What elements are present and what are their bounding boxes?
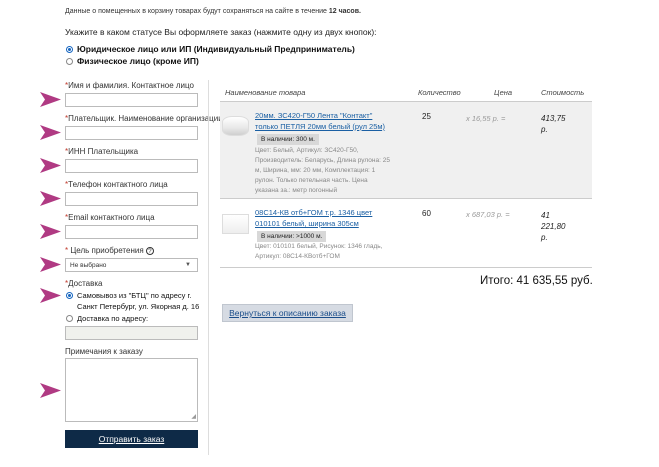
arrow-icon [40, 158, 61, 173]
field-label-name: *Имя и фамилия. Контактное лицо [65, 81, 194, 90]
arrow-icon [40, 257, 61, 272]
arrow-icon [40, 224, 61, 239]
storage-notice: Данные о помещенных в корзину товарах бу… [65, 8, 361, 15]
submit-order-button[interactable]: Отправить заказ [65, 430, 198, 448]
product-qty: 25 [422, 112, 431, 121]
field-label-purpose: * Цель приобретения ? [65, 246, 154, 255]
arrow-icon [40, 383, 61, 398]
product-thumbnail[interactable] [222, 214, 249, 234]
radio-unselected[interactable] [66, 315, 73, 322]
product-cost: 41 221,80 р. [541, 211, 566, 242]
purpose-select[interactable]: Не выбрано ▼ [65, 258, 198, 272]
status-question: Укажите в каком статусе Вы оформляете за… [65, 27, 377, 37]
name-input[interactable] [65, 93, 198, 107]
stock-badge: В наличии: 300 м. [257, 134, 319, 145]
product-description: Цвет: Белый, Артикул: ЗС420-Г50, Произво… [255, 147, 390, 194]
help-icon[interactable]: ? [145, 247, 154, 255]
delivery-option-address[interactable]: Доставка по адресу: [66, 314, 148, 323]
row-divider [220, 267, 592, 268]
product-cost: 413,75 р. [541, 114, 566, 134]
product-price: х 687,03 р. = [466, 210, 510, 219]
arrow-icon [40, 92, 61, 107]
arrow-icon [40, 288, 61, 303]
chevron-down-icon: ▼ [185, 262, 191, 268]
inn-input[interactable] [65, 159, 198, 173]
arrow-icon [40, 191, 61, 206]
field-label-phone: *Телефон контактного лица [65, 180, 168, 189]
address-input[interactable] [65, 326, 198, 340]
field-label-delivery: *Доставка [65, 279, 103, 288]
product-qty: 60 [422, 209, 431, 218]
phone-input[interactable] [65, 192, 198, 206]
resize-handle-icon[interactable]: ◢ [191, 414, 196, 420]
stock-badge: В наличии: >1000 м. [257, 231, 327, 242]
email-input[interactable] [65, 225, 198, 239]
radio-selected[interactable] [66, 45, 73, 53]
field-label-payer: *Плательщик. Наименование организации [65, 114, 223, 123]
product-description: Цвет: 010101 белый, Рисунок: 1346 гладь,… [255, 243, 383, 260]
header-price: Цена [494, 88, 513, 97]
header-name: Наименование товара [225, 88, 306, 97]
arrow-icon [40, 125, 61, 140]
status-option-individual[interactable]: Физическое лицо (кроме ИП) [66, 56, 199, 66]
column-divider [208, 80, 209, 455]
notes-label: Примечания к заказу [65, 347, 143, 356]
notes-textarea[interactable]: ◢ [65, 358, 198, 422]
product-thumbnail[interactable] [222, 116, 249, 136]
header-cost: Стоимость [541, 88, 585, 97]
order-total: Итого: 41 635,55 руб. [480, 275, 593, 287]
delivery-option-pickup[interactable]: Самовывоз из "БТЦ" по адресу г. Санкт Пе… [66, 291, 206, 312]
radio-selected[interactable] [66, 292, 73, 299]
field-label-inn: *ИНН Плательщика [65, 147, 139, 156]
back-to-order-button[interactable]: Вернуться к описанию заказа [222, 304, 353, 322]
status-option-legal[interactable]: Юридическое лицо или ИП (Индивидуальный … [66, 44, 355, 54]
product-link[interactable]: 08С14-КВ отб+ГОМ т.р. 1346 цвет 010101 б… [255, 208, 395, 229]
payer-input[interactable] [65, 126, 198, 140]
product-link[interactable]: 20мм. ЗС420-Г50 Лента "Контакт" только П… [255, 111, 395, 132]
product-price: х 16,55 р. = [466, 114, 506, 123]
row-divider [220, 198, 592, 199]
radio-unselected[interactable] [66, 57, 73, 65]
field-label-email: *Email контактного лица [65, 213, 155, 222]
header-qty: Количество [418, 88, 461, 97]
